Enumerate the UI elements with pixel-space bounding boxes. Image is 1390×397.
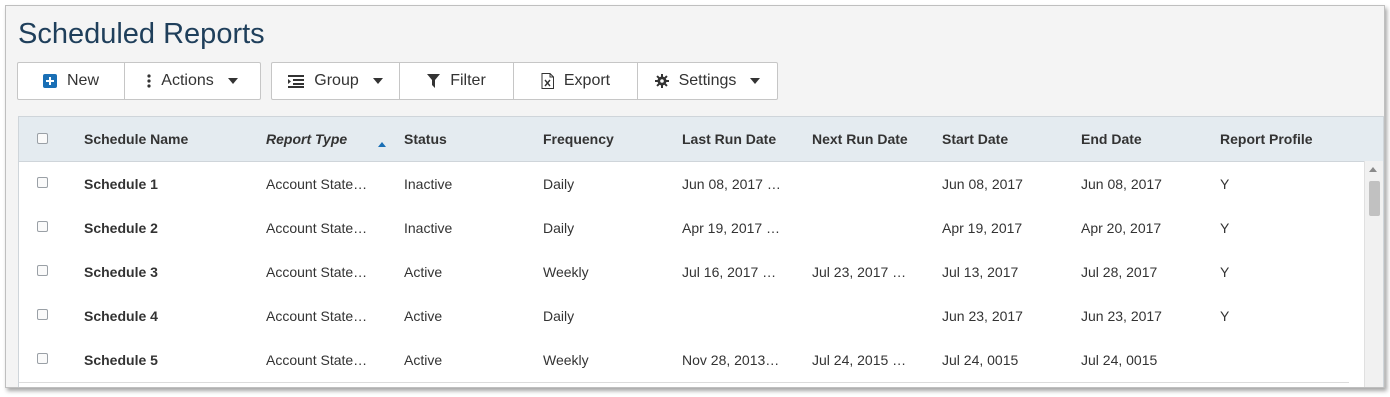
- frequency-cell: Daily: [543, 308, 575, 324]
- table-header: Schedule Name Report Type Status Frequen…: [19, 117, 1383, 162]
- report-profile-cell: Y: [1220, 264, 1230, 280]
- group-dropdown[interactable]: Group: [272, 63, 400, 99]
- last-run-cell: Nov 28, 2013…: [682, 352, 780, 368]
- table-row[interactable]: Schedule 4 Account State… Active Daily J…: [19, 294, 1349, 339]
- actions-dropdown[interactable]: Actions: [125, 63, 260, 99]
- frequency-cell: Weekly: [543, 352, 589, 368]
- column-header-last-run-date[interactable]: Last Run Date: [682, 117, 776, 161]
- status-cell: Active: [404, 264, 443, 280]
- schedule-name-cell: Schedule 2: [84, 220, 158, 236]
- report-type-cell: Account State…: [266, 176, 368, 192]
- settings-label: Settings: [678, 72, 737, 89]
- end-date-cell: Jun 23, 2017: [1081, 308, 1162, 324]
- schedule-name-cell: Schedule 1: [84, 176, 158, 192]
- caret-down-icon: [750, 78, 761, 84]
- next-run-cell: Jul 24, 2015 …: [812, 352, 907, 368]
- status-cell: Inactive: [404, 176, 453, 192]
- start-date-cell: Jun 23, 2017: [942, 308, 1023, 324]
- actions-label: Actions: [161, 72, 214, 89]
- status-cell: Active: [404, 308, 443, 324]
- frequency-cell: Weekly: [543, 264, 589, 280]
- report-type-cell: Account State…: [266, 308, 368, 324]
- export-label: Export: [563, 72, 611, 89]
- last-run-cell: Jul 16, 2017 …: [682, 264, 777, 280]
- frequency-cell: Daily: [543, 220, 575, 236]
- new-button-label: New: [66, 72, 99, 89]
- row-checkbox[interactable]: [37, 353, 48, 364]
- sort-ascending-icon: [378, 134, 386, 152]
- column-header-start-date[interactable]: Start Date: [942, 117, 1008, 161]
- status-cell: Active: [404, 352, 443, 368]
- start-date-cell: Jul 24, 0015: [942, 352, 1019, 368]
- view-tools-group: Group Filter Export Settings: [271, 62, 778, 100]
- end-date-cell: Jun 08, 2017: [1081, 176, 1162, 192]
- new-actions-group: New Actions: [17, 62, 261, 100]
- filter-label: Filter: [450, 72, 486, 89]
- column-header-report-type[interactable]: Report Type: [266, 117, 347, 161]
- new-button[interactable]: New: [18, 63, 125, 99]
- end-date-cell: Jul 28, 2017: [1081, 264, 1158, 280]
- group-label: Group: [314, 72, 359, 89]
- vertical-scrollbar[interactable]: [1364, 161, 1383, 387]
- export-button[interactable]: Export: [514, 63, 638, 99]
- caret-down-icon: [227, 78, 238, 84]
- filter-icon: [427, 74, 441, 88]
- schedule-name-cell: Schedule 4: [84, 308, 158, 324]
- schedule-name-cell: Schedule 3: [84, 264, 158, 280]
- settings-dropdown[interactable]: Settings: [638, 63, 777, 99]
- table-row[interactable]: Schedule 5 Account State… Active Weekly …: [19, 338, 1349, 383]
- scheduled-reports-panel: Scheduled Reports New Actions Group Filt…: [5, 5, 1385, 388]
- column-header-status[interactable]: Status: [404, 117, 447, 161]
- next-run-cell: Jul 23, 2017 …: [812, 264, 907, 280]
- column-header-end-date[interactable]: End Date: [1081, 117, 1142, 161]
- end-date-cell: Apr 20, 2017: [1081, 220, 1162, 236]
- end-date-cell: Jul 24, 0015: [1081, 352, 1158, 368]
- report-type-cell: Account State…: [266, 352, 368, 368]
- frequency-cell: Daily: [543, 176, 575, 192]
- row-checkbox[interactable]: [37, 221, 48, 232]
- column-header-schedule-name[interactable]: Schedule Name: [84, 117, 188, 161]
- caret-down-icon: [372, 78, 383, 84]
- start-date-cell: Apr 19, 2017: [942, 220, 1023, 236]
- row-checkbox[interactable]: [37, 177, 48, 188]
- status-cell: Inactive: [404, 220, 453, 236]
- last-run-cell: Jun 08, 2017 …: [682, 176, 781, 192]
- report-type-cell: Account State…: [266, 220, 368, 236]
- select-all-checkbox[interactable]: [37, 133, 48, 144]
- start-date-cell: Jul 13, 2017: [942, 264, 1019, 280]
- gear-icon: [654, 74, 669, 88]
- row-checkbox[interactable]: [37, 265, 48, 276]
- last-run-cell: Apr 19, 2017 …: [682, 220, 781, 236]
- table-row[interactable]: Schedule 2 Account State… Inactive Daily…: [19, 206, 1349, 251]
- table-row[interactable]: Schedule 1 Account State… Inactive Daily…: [19, 162, 1349, 207]
- report-profile-cell: Y: [1220, 308, 1230, 324]
- excel-file-icon: [541, 73, 554, 89]
- scroll-up-arrow-icon[interactable]: [1369, 167, 1377, 172]
- table-row[interactable]: Schedule 3 Account State… Active Weekly …: [19, 250, 1349, 295]
- reports-table: Schedule Name Report Type Status Frequen…: [18, 116, 1384, 387]
- page-title: Scheduled Reports: [18, 18, 265, 50]
- scrollbar-thumb[interactable]: [1369, 181, 1380, 216]
- indent-list-icon: [288, 74, 305, 88]
- filter-button[interactable]: Filter: [400, 63, 514, 99]
- vertical-ellipsis-icon: [147, 74, 151, 88]
- row-checkbox[interactable]: [37, 309, 48, 320]
- report-profile-cell: Y: [1220, 176, 1230, 192]
- start-date-cell: Jun 08, 2017: [942, 176, 1023, 192]
- schedule-name-cell: Schedule 5: [84, 352, 158, 368]
- report-profile-cell: Y: [1220, 220, 1230, 236]
- report-type-cell: Account State…: [266, 264, 368, 280]
- column-header-report-profile[interactable]: Report Profile: [1220, 117, 1313, 161]
- plus-square-icon: [42, 74, 57, 88]
- column-header-next-run-date[interactable]: Next Run Date: [812, 117, 908, 161]
- column-header-frequency[interactable]: Frequency: [543, 117, 614, 161]
